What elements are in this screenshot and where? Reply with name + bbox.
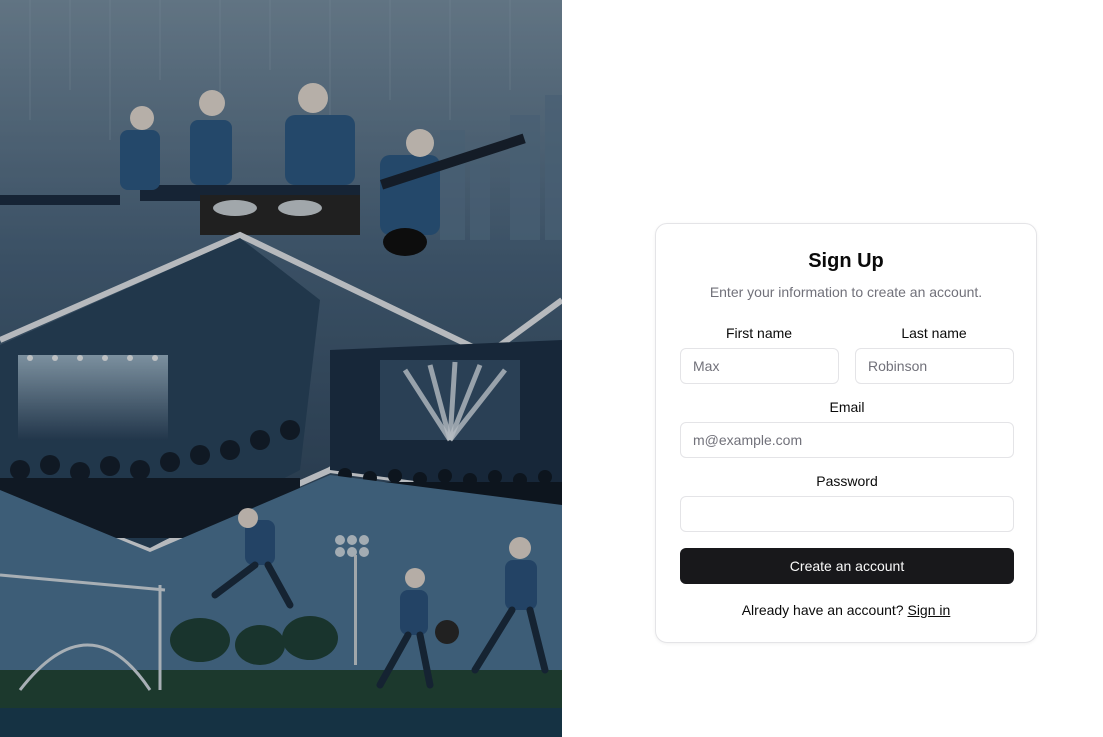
signup-page: Sign Up Enter your information to create… [0, 0, 1103, 737]
email-label: Email [829, 399, 865, 415]
signin-prompt-text: Already have an account? [741, 602, 904, 618]
create-account-button[interactable]: Create an account [680, 548, 1014, 584]
last-name-label: Last name [901, 325, 967, 341]
hero-illustration [0, 0, 562, 737]
page-subtitle: Enter your information to create an acco… [709, 284, 983, 300]
password-label: Password [816, 473, 878, 489]
email-input[interactable] [680, 422, 1014, 458]
last-name-input[interactable] [855, 348, 1014, 384]
first-name-input[interactable] [680, 348, 839, 384]
signin-link[interactable]: Sign in [907, 602, 950, 618]
signup-panel: Sign Up Enter your information to create… [562, 0, 1103, 737]
signin-prompt: Already have an account? Sign in [656, 602, 1036, 618]
signup-card: Sign Up Enter your information to create… [655, 223, 1037, 643]
festival-collage-image [0, 0, 562, 737]
page-title: Sign Up [808, 250, 884, 272]
password-input[interactable] [680, 496, 1014, 532]
first-name-label: First name [725, 325, 793, 341]
